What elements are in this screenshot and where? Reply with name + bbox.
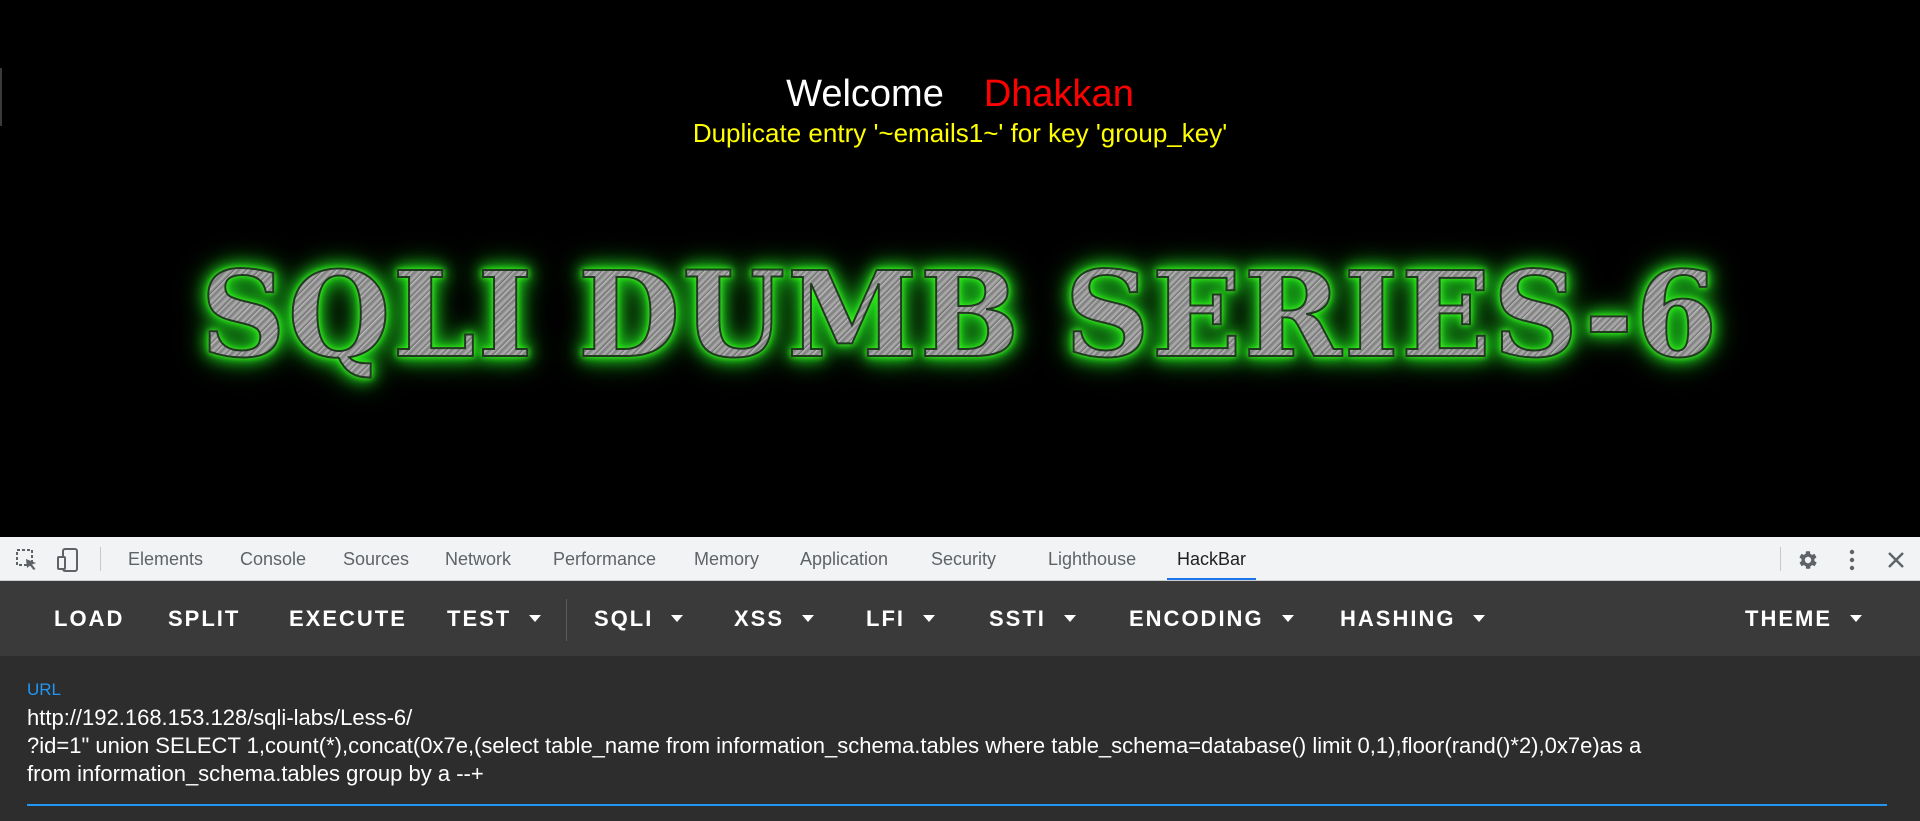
- sql-error-message: Duplicate entry '~emails1~' for key 'gro…: [692, 118, 1228, 148]
- more-vertical-icon[interactable]: [1840, 548, 1864, 572]
- xss-menu-button[interactable]: XSS: [734, 581, 815, 656]
- theme-menu-label: THEME: [1745, 606, 1832, 631]
- hashing-menu-label: HASHING: [1340, 606, 1456, 631]
- tab-elements[interactable]: Elements: [128, 537, 203, 580]
- welcome-label: Welcome: [786, 73, 944, 115]
- caret-down-icon: [1850, 615, 1862, 622]
- page-viewport: Welcome Dhakkan Duplicate entry '~emails1…: [0, 0, 1920, 537]
- caret-down-icon: [923, 615, 935, 622]
- execute-button-label: EXECUTE: [289, 606, 407, 631]
- test-menu-button[interactable]: TEST: [447, 581, 542, 656]
- tab-console[interactable]: Console: [240, 537, 306, 580]
- hackbar-toolbar: LOAD SPLIT EXECUTE TEST SQLI XSS LFI SST…: [0, 581, 1920, 656]
- sqli-menu-label: SQLI: [594, 606, 654, 631]
- ssti-menu-label: SSTI: [989, 606, 1046, 631]
- execute-button[interactable]: EXECUTE: [289, 581, 407, 656]
- hashing-menu-button[interactable]: HASHING: [1340, 581, 1486, 656]
- settings-gear-icon[interactable]: [1795, 548, 1819, 572]
- tab-security[interactable]: Security: [931, 537, 996, 580]
- caret-down-icon: [1063, 615, 1076, 622]
- caret-down-icon: [529, 615, 542, 622]
- tab-bar-separator-right: [1780, 547, 1781, 571]
- tab-performance[interactable]: Performance: [553, 537, 656, 580]
- tab-application[interactable]: Application: [800, 537, 888, 580]
- ssti-menu-button[interactable]: SSTI: [989, 581, 1076, 656]
- url-field-label: URL: [27, 680, 62, 699]
- tab-sources[interactable]: Sources: [343, 537, 409, 580]
- load-button-label: LOAD: [54, 606, 125, 631]
- url-field-underline: [27, 804, 1887, 806]
- lfi-menu-label: LFI: [866, 606, 905, 631]
- theme-menu-button[interactable]: THEME: [1745, 581, 1862, 656]
- caret-down-icon: [671, 615, 684, 622]
- encoding-menu-label: ENCODING: [1129, 606, 1264, 631]
- hackbar-url-panel: URL http://192.168.153.128/sqli-labs/Les…: [0, 656, 1920, 821]
- series-banner: SQLI DUMB SERIES-6: [0, 249, 1920, 381]
- split-button[interactable]: SPLIT: [168, 581, 240, 656]
- caret-down-icon: [802, 615, 815, 622]
- split-button-label: SPLIT: [168, 606, 241, 631]
- sqli-menu-button[interactable]: SQLI: [594, 581, 684, 656]
- tab-network[interactable]: Network: [445, 537, 511, 580]
- device-toolbar-icon[interactable]: [56, 548, 80, 572]
- caret-down-icon: [1281, 615, 1294, 622]
- caret-down-icon: [1473, 615, 1486, 622]
- welcome-line: Welcome Dhakkan: [0, 68, 1920, 120]
- xss-menu-label: XSS: [734, 606, 785, 631]
- url-textarea[interactable]: http://192.168.153.128/sqli-labs/Less-6/…: [27, 704, 1867, 788]
- tab-memory[interactable]: Memory: [694, 537, 759, 580]
- devtools-tab-bar: Elements Console Sources Network Perform…: [0, 537, 1920, 581]
- tab-bar-separator: [100, 547, 101, 571]
- devtools-panel: Elements Console Sources Network Perform…: [0, 537, 1920, 821]
- load-button[interactable]: LOAD: [54, 581, 124, 656]
- toolbar-divider: [566, 599, 567, 641]
- tab-lighthouse[interactable]: Lighthouse: [1048, 537, 1136, 580]
- test-menu-label: TEST: [447, 606, 512, 631]
- tab-hackbar[interactable]: HackBar: [1166, 537, 1257, 580]
- user-name: Dhakkan: [983, 73, 1134, 115]
- encoding-menu-button[interactable]: ENCODING: [1129, 581, 1294, 656]
- lfi-menu-button[interactable]: LFI: [866, 581, 935, 656]
- close-icon[interactable]: [1884, 548, 1908, 572]
- inspect-element-icon[interactable]: [15, 548, 39, 572]
